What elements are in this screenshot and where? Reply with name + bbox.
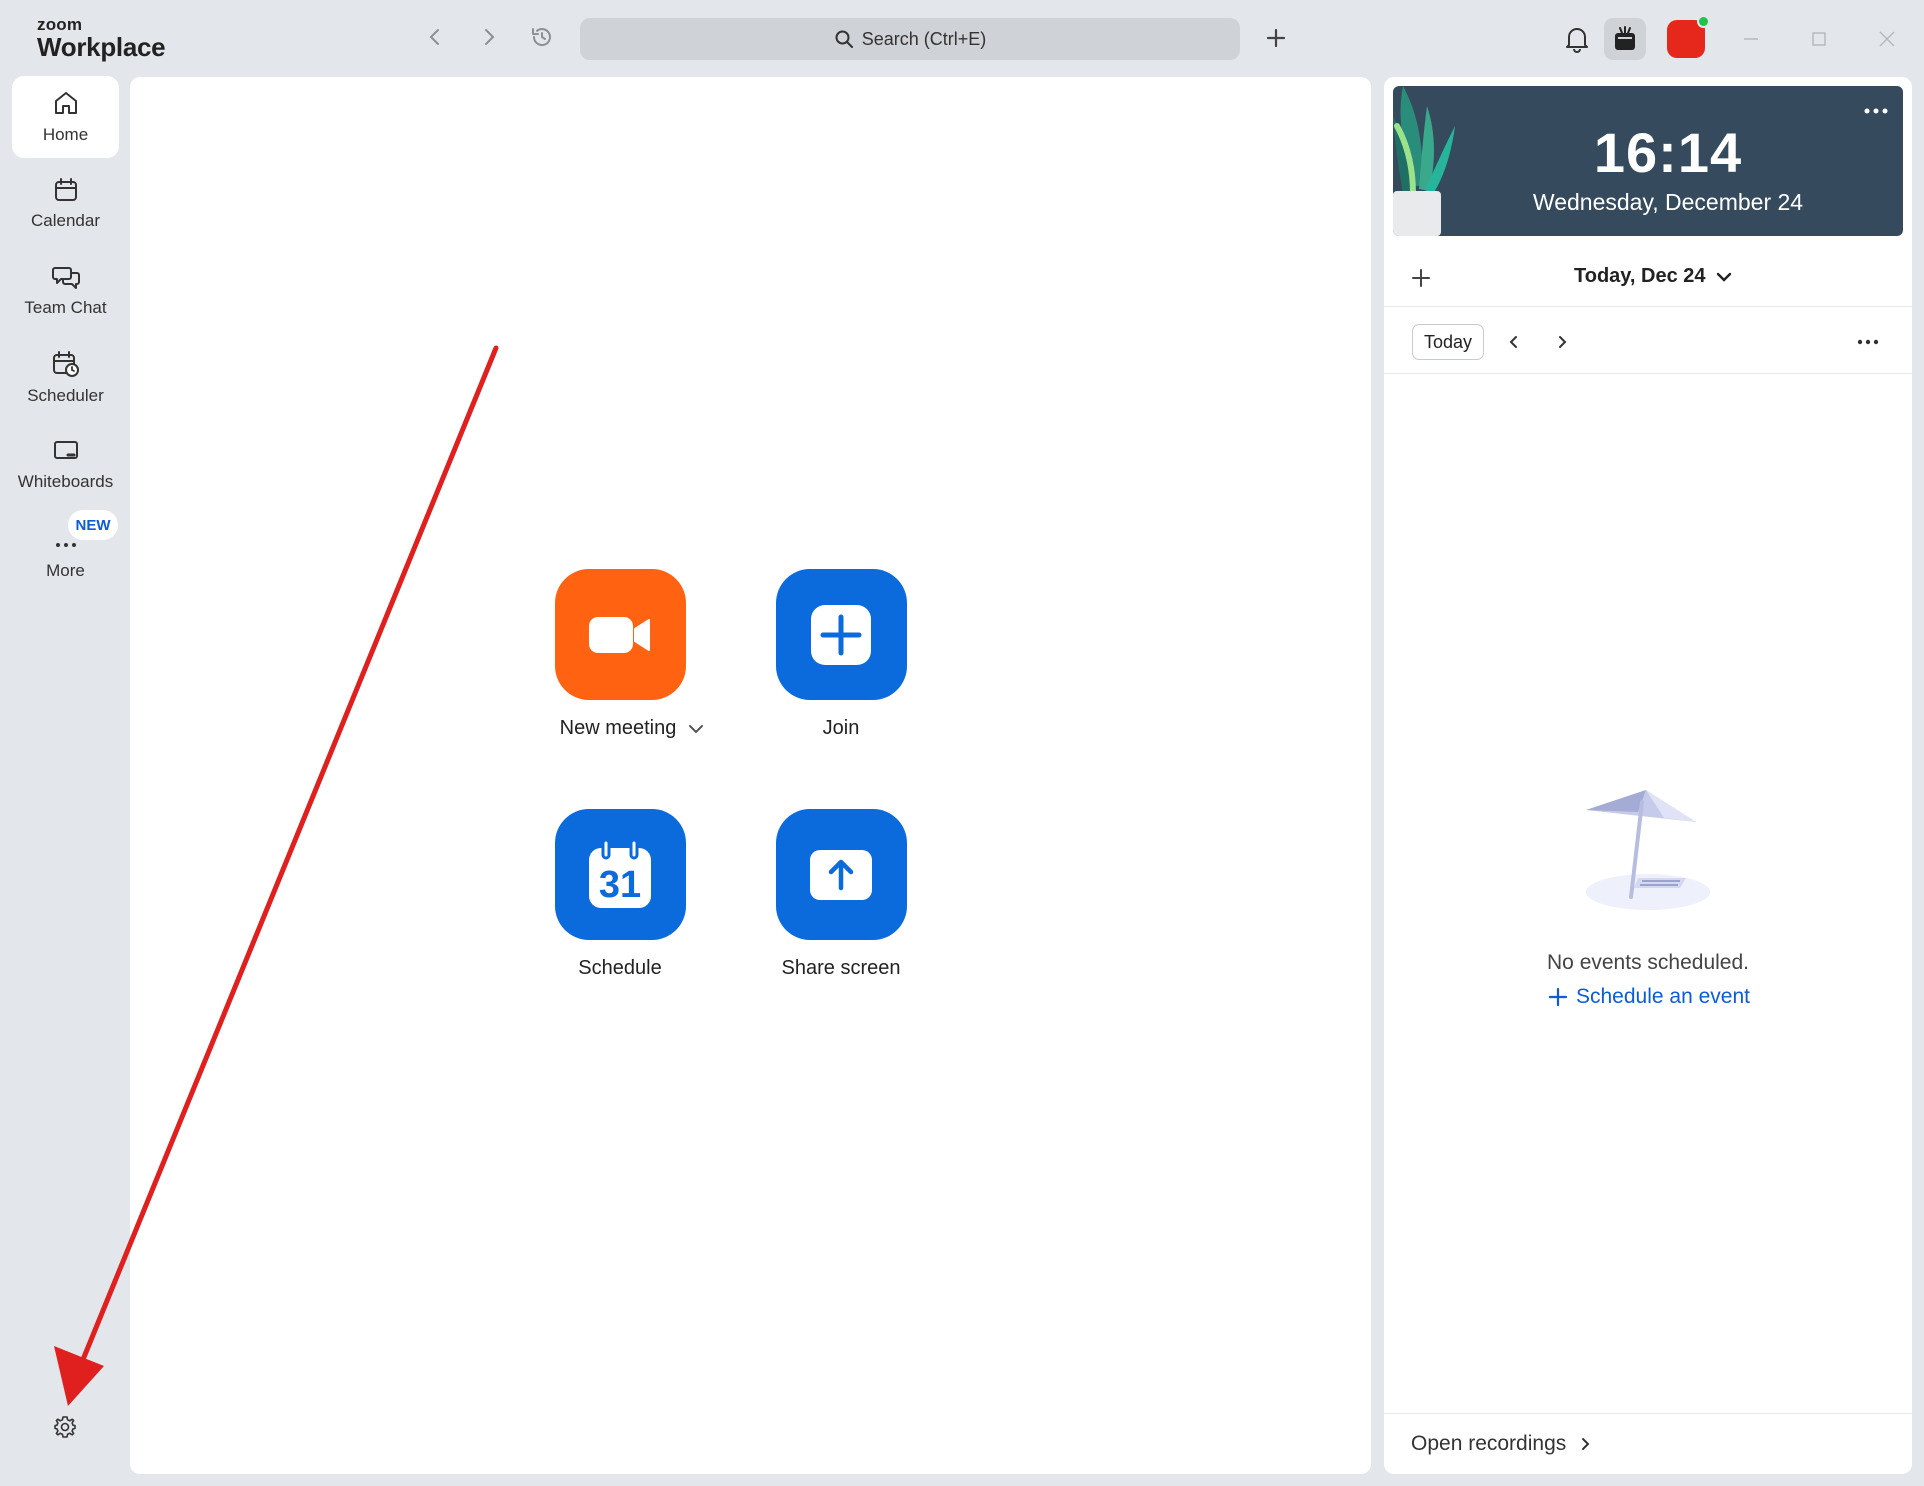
- open-recordings-text: Open recordings: [1411, 1432, 1567, 1455]
- new-meeting-button[interactable]: [554, 569, 686, 700]
- sidebar-item-scheduler[interactable]: Scheduler: [12, 337, 119, 419]
- clock-time: 16:14: [1593, 121, 1743, 184]
- add-event-button[interactable]: [1408, 265, 1434, 291]
- sidebar-item-label: More: [46, 561, 85, 580]
- more-icon: [1864, 108, 1888, 114]
- whiteboard-icon: [53, 441, 78, 459]
- sidebar-item-whiteboards[interactable]: Whiteboards: [12, 424, 119, 506]
- profile-avatar-button[interactable]: [1666, 15, 1710, 59]
- maximize-icon: [1812, 32, 1826, 46]
- share-screen-button[interactable]: [775, 809, 907, 940]
- chevron-left-icon: [1509, 336, 1517, 348]
- sidebar-item-label: Team Chat: [24, 298, 107, 317]
- sidebar-item-team-chat[interactable]: Team Chat: [12, 250, 119, 332]
- back-button[interactable]: [420, 22, 450, 52]
- search-bar[interactable]: Search (Ctrl+E): [580, 18, 1240, 60]
- recordings-footer: Open recordings: [1384, 1413, 1912, 1474]
- right-panel: 16:14 Wednesday, December 24 Today, Dec …: [1384, 77, 1912, 1474]
- video-camera-icon: [589, 616, 650, 653]
- new-badge: NEW: [68, 510, 118, 540]
- scheduler-icon: [52, 351, 79, 377]
- plus-icon: [811, 604, 871, 665]
- calendar-toolbar: Today: [1384, 308, 1912, 374]
- whats-new-button[interactable]: [1604, 18, 1646, 60]
- plus-icon: [1412, 269, 1430, 287]
- sidebar-item-label: Home: [42, 125, 89, 144]
- history-icon: [532, 28, 551, 46]
- calendar-date-dropdown[interactable]: Today, Dec 24: [1574, 265, 1732, 288]
- calendar-31-icon: 31: [589, 839, 651, 908]
- chevron-down-icon[interactable]: [688, 724, 704, 734]
- join-label: Join: [822, 717, 860, 739]
- new-meeting-text: New meeting: [559, 717, 677, 739]
- calendar-header: Today, Dec 24: [1384, 249, 1912, 307]
- chevron-right-icon: [1582, 1438, 1590, 1450]
- previous-day-button[interactable]: [1502, 330, 1526, 354]
- share-arrow-icon: [810, 849, 872, 900]
- clock-card: 16:14 Wednesday, December 24: [1393, 86, 1903, 236]
- home-icon: [54, 92, 77, 114]
- sidebar-item-label: Whiteboards: [17, 472, 114, 491]
- new-tab-button[interactable]: [1262, 24, 1290, 52]
- sidebar: Home Calendar Team Chat Scheduler Whiteb…: [0, 76, 130, 1486]
- bell-icon: [1566, 28, 1588, 53]
- calendar-title: Today, Dec 24: [1574, 265, 1706, 287]
- forward-button[interactable]: [474, 22, 504, 52]
- avatar: [1667, 15, 1710, 58]
- title-bar: zoom Workplace Search (Ctrl+E): [0, 0, 1924, 76]
- schedule-button[interactable]: 31: [554, 809, 686, 940]
- more-icon: [55, 543, 76, 547]
- home-main-panel: New meeting Join 31 Schedule Share scree…: [130, 77, 1371, 1474]
- schedule-event-link[interactable]: Schedule an event: [1548, 985, 1750, 1009]
- sidebar-item-label: Calendar: [31, 211, 100, 230]
- calendar-more-button[interactable]: [1854, 330, 1882, 354]
- minimize-button[interactable]: [1736, 24, 1766, 54]
- schedule-event-text: Schedule an event: [1576, 985, 1750, 1008]
- chevron-right-icon: [1559, 336, 1567, 348]
- sidebar-item-label: Scheduler: [27, 386, 104, 405]
- app-logo: zoom Workplace: [37, 15, 166, 62]
- calendar-icon: [54, 178, 77, 201]
- open-recordings-link[interactable]: Open recordings: [1411, 1432, 1590, 1456]
- chevron-right-icon: [485, 29, 495, 45]
- next-day-button[interactable]: [1550, 330, 1574, 354]
- minimize-icon: [1744, 38, 1758, 40]
- sidebar-item-home[interactable]: Home: [12, 76, 119, 158]
- join-button[interactable]: [775, 569, 907, 700]
- calendar-day-number: 31: [599, 864, 641, 906]
- chevron-left-icon: [429, 29, 439, 45]
- chevron-down-icon: [1716, 272, 1731, 282]
- more-icon: [1857, 339, 1879, 345]
- search-placeholder: Search (Ctrl+E): [861, 28, 987, 49]
- search-icon: [835, 30, 853, 48]
- beach-umbrella-illustration: [1586, 790, 1710, 910]
- schedule-label: Schedule: [578, 957, 662, 979]
- chat-icon: [51, 267, 80, 289]
- settings-button[interactable]: [50, 1412, 80, 1442]
- join-action: Join: [711, 569, 971, 740]
- presence-dot: [1697, 15, 1710, 28]
- share-screen-label: Share screen: [781, 957, 901, 979]
- gift-icon: [1615, 26, 1635, 50]
- notifications-button[interactable]: [1562, 24, 1592, 54]
- plus-icon: [1266, 28, 1286, 48]
- history-button[interactable]: [527, 22, 557, 52]
- plus-icon: [1548, 987, 1568, 1007]
- maximize-button[interactable]: [1804, 24, 1834, 54]
- close-icon: [1879, 31, 1895, 47]
- clock-date: Wednesday, December 24: [1532, 189, 1804, 215]
- no-events-text: No events scheduled.: [1547, 951, 1749, 974]
- sidebar-item-calendar[interactable]: Calendar: [12, 163, 119, 245]
- logo-zoom: zoom: [37, 15, 83, 34]
- gear-icon: [54, 1416, 76, 1438]
- share-screen-action: Share screen: [711, 809, 971, 980]
- today-button[interactable]: Today: [1412, 324, 1484, 360]
- new-meeting-label[interactable]: New meeting: [536, 717, 705, 740]
- logo-workplace: Workplace: [37, 32, 166, 62]
- close-button[interactable]: [1872, 24, 1902, 54]
- clock-card-more-button[interactable]: [1863, 102, 1889, 120]
